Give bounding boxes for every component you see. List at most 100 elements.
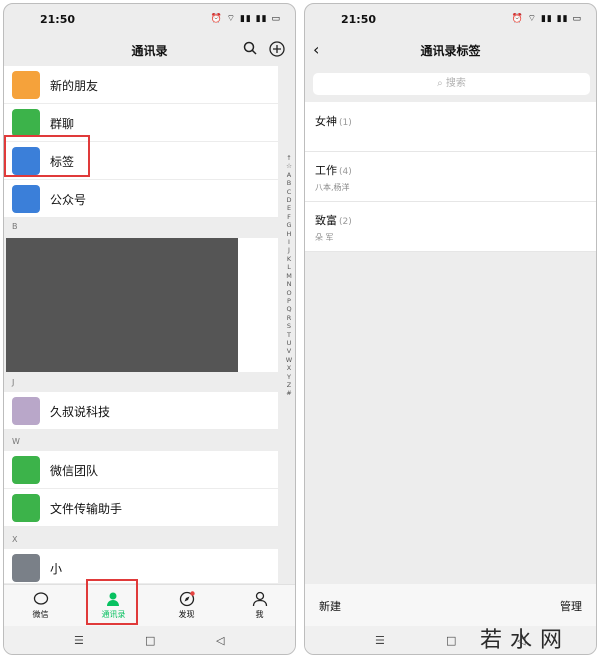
- nav-bar: ‹ 通讯录标签: [305, 34, 596, 66]
- compass-icon: [179, 591, 195, 607]
- tag-item-wealth[interactable]: 致富 (2) 朵 军: [305, 202, 596, 252]
- alphabet-index-letter[interactable]: Q: [283, 305, 295, 313]
- alphabet-index-letter[interactable]: H: [283, 230, 295, 238]
- tag-name: 工作: [315, 164, 337, 177]
- tab-label: 我: [255, 610, 264, 619]
- tag-count: (4): [339, 167, 352, 177]
- new-friends-icon: [12, 71, 40, 99]
- alphabet-index-letter[interactable]: U: [283, 339, 295, 347]
- alphabet-index-letter[interactable]: T: [283, 331, 295, 339]
- status-time: 21:50: [341, 13, 377, 26]
- home-icon[interactable]: □: [446, 634, 456, 647]
- tags-highlight-box: [4, 135, 90, 177]
- tag-name-row: 工作 (4): [315, 162, 352, 178]
- group-chat-label: 群聊: [50, 117, 75, 131]
- contact-row[interactable]: 微信团队: [4, 451, 278, 489]
- contact-tags-screen: 21:50 ⏰ ⌔ ▮▮ ▮▮ ▭ ‹ 通讯录标签 ⌕ 搜索 女神 (1) 工作(…: [304, 3, 597, 655]
- official-accounts-row[interactable]: 公众号: [4, 180, 278, 218]
- tag-count: (1): [339, 118, 352, 128]
- tag-item-goddess[interactable]: 女神 (1): [305, 102, 596, 152]
- alphabet-index[interactable]: ↑ ☆ A B C D E F G H I J K L M N O P Q R S T U V W X Y Z #: [283, 154, 295, 398]
- bottom-action-bar: [305, 584, 596, 626]
- status-icons: ⏰ ⌔ ▮▮ ▮▮ ▭: [511, 14, 582, 24]
- contact-name: 久叔说科技: [50, 405, 111, 419]
- tag-count: (2): [339, 217, 352, 227]
- alphabet-index-letter[interactable]: ☆: [283, 162, 295, 170]
- tab-discover[interactable]: 发现: [150, 585, 223, 627]
- alphabet-index-letter[interactable]: I: [283, 238, 295, 246]
- manage-tags-button[interactable]: 管理: [560, 598, 582, 614]
- alphabet-index-letter[interactable]: J: [283, 246, 295, 254]
- nav-bar: 通讯录: [4, 34, 295, 66]
- contact-name: 微信团队: [50, 464, 99, 478]
- redacted-contacts-rows: [238, 238, 278, 372]
- alphabet-index-letter[interactable]: G: [283, 221, 295, 229]
- tag-name-row: 致富 (2): [315, 212, 352, 228]
- alphabet-index-letter[interactable]: M: [283, 272, 295, 280]
- alphabet-index-letter[interactable]: X: [283, 364, 295, 372]
- alphabet-index-letter[interactable]: S: [283, 322, 295, 330]
- contact-name: 小: [50, 562, 63, 576]
- official-account-icon: [12, 185, 40, 213]
- page-title: 通讯录标签: [420, 44, 481, 58]
- section-header-x: X: [4, 531, 278, 549]
- new-friends-row[interactable]: 新的朋友: [4, 66, 278, 104]
- system-nav-bar: ☰ □ ◁: [4, 626, 295, 654]
- new-tag-button[interactable]: 新建: [319, 598, 341, 614]
- person-icon: [252, 591, 267, 607]
- contact-row[interactable]: 小: [4, 549, 278, 584]
- tag-members: 朵 军: [315, 233, 334, 242]
- alphabet-index-letter[interactable]: #: [283, 389, 295, 397]
- watermark-logo: 若水网: [480, 628, 571, 653]
- tab-label: 微信: [32, 610, 49, 619]
- contact-avatar: [12, 554, 40, 582]
- menu-icon[interactable]: ☰: [375, 634, 385, 647]
- alphabet-index-letter[interactable]: C: [283, 188, 295, 196]
- search-icon[interactable]: [243, 41, 257, 55]
- alphabet-index-letter[interactable]: F: [283, 213, 295, 221]
- alphabet-index-letter[interactable]: ↑: [283, 154, 295, 162]
- redacted-contacts: [6, 238, 238, 372]
- alphabet-index-letter[interactable]: A: [283, 171, 295, 179]
- status-bar: 21:50 ⏰ ⌔ ▮▮ ▮▮ ▭: [305, 4, 596, 34]
- home-icon[interactable]: □: [145, 634, 155, 647]
- tag-name: 女神: [315, 115, 337, 128]
- tab-chats[interactable]: 微信: [4, 585, 77, 627]
- alphabet-index-letter[interactable]: P: [283, 297, 295, 305]
- search-input[interactable]: ⌕ 搜索: [313, 73, 590, 95]
- alphabet-index-letter[interactable]: L: [283, 263, 295, 271]
- alphabet-index-letter[interactable]: Y: [283, 373, 295, 381]
- status-icons: ⏰ ⌔ ▮▮ ▮▮ ▭: [210, 14, 281, 24]
- alphabet-index-letter[interactable]: Z: [283, 381, 295, 389]
- back-nav-icon[interactable]: ◁: [216, 634, 224, 647]
- alphabet-index-letter[interactable]: B: [283, 179, 295, 187]
- alphabet-index-letter[interactable]: V: [283, 347, 295, 355]
- section-header-b: B: [4, 218, 278, 236]
- status-time: 21:50: [40, 13, 76, 26]
- alphabet-index-letter[interactable]: O: [283, 289, 295, 297]
- alphabet-index-letter[interactable]: D: [283, 196, 295, 204]
- section-header-j: J: [4, 374, 278, 392]
- tab-me[interactable]: 我: [223, 585, 295, 627]
- wechat-team-avatar: [12, 456, 40, 484]
- tag-members: 八本,杨洋: [315, 183, 350, 192]
- contact-row[interactable]: 久叔说科技: [4, 392, 278, 430]
- tab-bar: 微信 通讯录 发现 我: [4, 584, 295, 626]
- contacts-tab-highlight-box: [86, 579, 138, 625]
- tag-name-row: 女神 (1): [315, 113, 352, 129]
- alphabet-index-letter[interactable]: N: [283, 280, 295, 288]
- section-header-w: W: [4, 433, 278, 451]
- alphabet-index-letter[interactable]: W: [283, 356, 295, 364]
- new-friends-label: 新的朋友: [50, 79, 99, 93]
- contact-row[interactable]: 文件传输助手: [4, 489, 278, 527]
- tab-label: 发现: [178, 610, 195, 619]
- alphabet-index-letter[interactable]: R: [283, 314, 295, 322]
- add-icon[interactable]: [269, 41, 285, 57]
- alphabet-index-letter[interactable]: K: [283, 255, 295, 263]
- menu-icon[interactable]: ☰: [74, 634, 84, 647]
- alphabet-index-letter[interactable]: E: [283, 204, 295, 212]
- tag-item-work[interactable]: 工作 (4) 八本,杨洋: [305, 152, 596, 202]
- tag-name: 致富: [315, 214, 337, 227]
- contacts-screen: 21:50 ⏰ ⌔ ▮▮ ▮▮ ▭ 通讯录 新的朋友 群聊 标签 公众号 B J: [3, 3, 296, 655]
- search-placeholder: 搜索: [445, 78, 466, 89]
